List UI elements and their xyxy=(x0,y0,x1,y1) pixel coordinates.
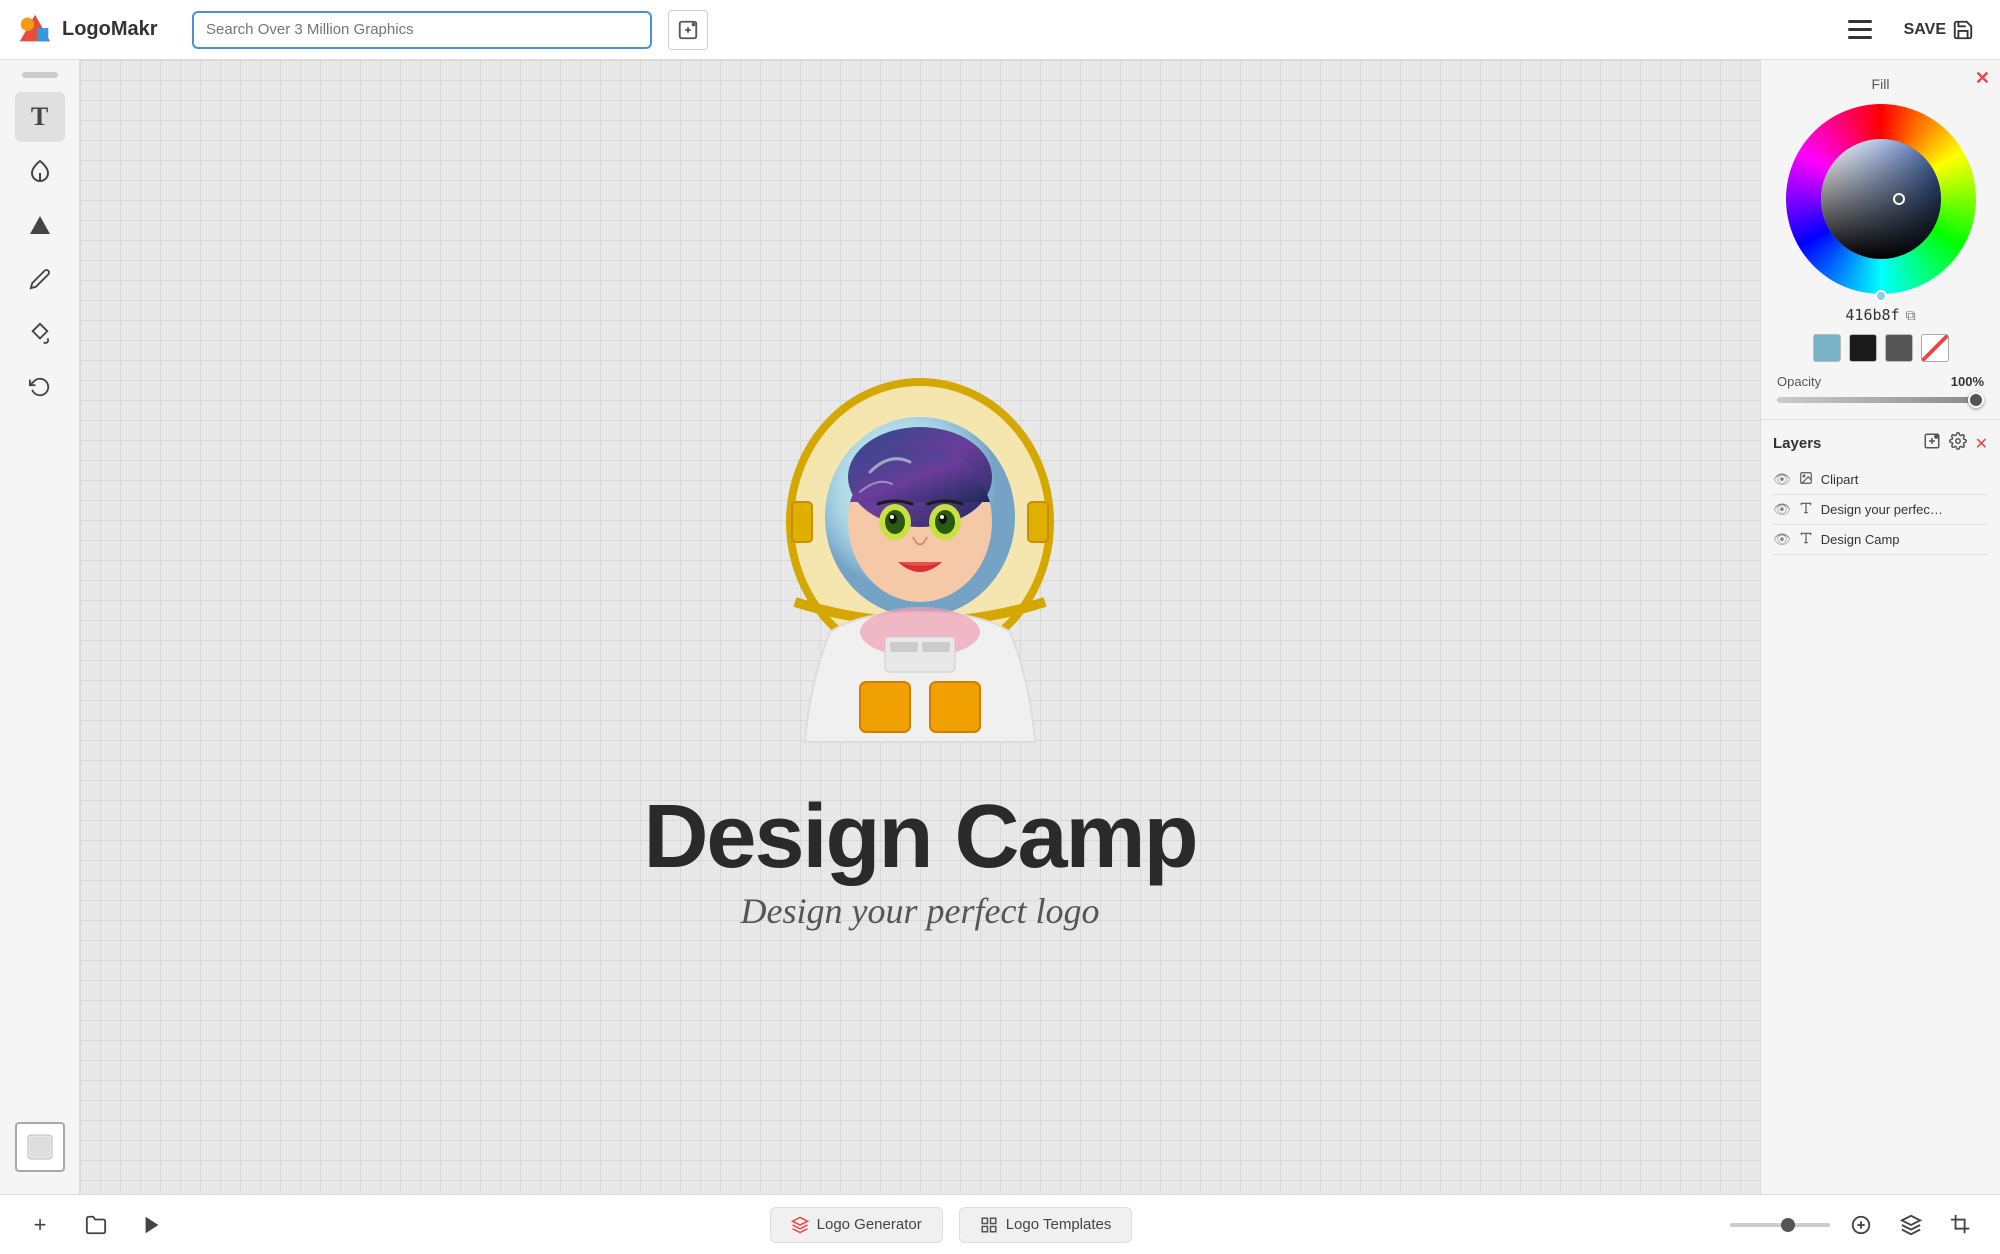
swatch-blue[interactable] xyxy=(1813,334,1841,362)
layer-thumbnail[interactable] xyxy=(15,1122,65,1172)
layers-panel: Layers + ✕ xyxy=(1761,420,2000,1194)
bottom-toolbar: + Logo Generator Logo Templat xyxy=(0,1194,2000,1254)
swatch-diagonal[interactable] xyxy=(1921,334,1949,362)
color-swatches xyxy=(1777,334,1984,362)
color-picker-dot[interactable] xyxy=(1893,193,1905,205)
logo-templates-tab[interactable]: Logo Templates xyxy=(959,1207,1133,1243)
search-input[interactable] xyxy=(206,21,638,38)
left-toolbar: T xyxy=(0,60,80,1194)
copy-hex-button[interactable]: ⧉ xyxy=(1906,307,1916,324)
logo-area: LogoMakr xyxy=(16,11,176,49)
color-panel-close-button[interactable]: ✕ xyxy=(1975,68,1990,89)
fill-label: Fill xyxy=(1777,76,1984,92)
add-element-button[interactable]: + xyxy=(20,1205,60,1245)
canvas-title[interactable]: Design Camp xyxy=(643,792,1196,882)
layer-visibility-icon-subtitle[interactable]: 👁 xyxy=(1773,501,1791,518)
crop-button[interactable] xyxy=(1942,1206,1980,1244)
right-panel: ✕ Fill 416b8f ⧉ O xyxy=(1760,60,2000,1194)
opacity-value: 100% xyxy=(1951,374,1984,389)
svg-text:+: + xyxy=(1934,435,1936,439)
layers-settings-button[interactable] xyxy=(1949,432,1967,455)
canvas-subtitle[interactable]: Design your perfect logo xyxy=(741,890,1100,932)
logo-text: LogoMakr xyxy=(62,18,158,41)
bottom-right xyxy=(1730,1206,1980,1244)
color-wheel[interactable] xyxy=(1786,104,1976,294)
fill-tool-button[interactable] xyxy=(15,308,65,358)
opacity-slider-container[interactable] xyxy=(1777,397,1984,403)
layer-visibility-icon-clipart[interactable]: 👁 xyxy=(1773,471,1791,488)
layer-name-clipart: Clipart xyxy=(1821,472,1988,487)
zoom-track[interactable] xyxy=(1730,1223,1830,1227)
logo-generator-label: Logo Generator xyxy=(817,1216,922,1233)
opacity-thumb[interactable] xyxy=(1968,392,1984,408)
layer-item-subtitle[interactable]: 👁 Design your perfec… xyxy=(1773,495,1988,525)
delete-layer-button[interactable]: ✕ xyxy=(1975,434,1988,454)
toolbar-drag-handle[interactable] xyxy=(22,72,58,78)
pencil-tool-button[interactable] xyxy=(15,254,65,304)
color-panel: ✕ Fill 416b8f ⧉ O xyxy=(1761,60,2000,420)
swatch-gray[interactable] xyxy=(1885,334,1913,362)
logo-icon xyxy=(16,11,54,49)
save-icon xyxy=(1952,19,1974,41)
templates-icon xyxy=(980,1216,998,1234)
opacity-label: Opacity xyxy=(1777,374,1951,389)
layer-type-icon-subtitle xyxy=(1799,501,1813,518)
astronaut-image[interactable] xyxy=(730,322,1110,782)
hex-value[interactable]: 416b8f xyxy=(1845,306,1899,324)
swatch-black[interactable] xyxy=(1849,334,1877,362)
canvas-content: Design Camp Design your perfect logo xyxy=(643,322,1196,932)
ai-icon xyxy=(791,1216,809,1234)
play-button[interactable] xyxy=(132,1205,172,1245)
expand-button[interactable] xyxy=(1842,1206,1880,1244)
layer-type-icon-title xyxy=(1799,531,1813,548)
layers-header: Layers + ✕ xyxy=(1773,432,1988,455)
open-folder-button[interactable] xyxy=(76,1205,116,1245)
triangle-tool-button[interactable] xyxy=(15,200,65,250)
logo-templates-label: Logo Templates xyxy=(1006,1216,1112,1233)
layers-title: Layers xyxy=(1773,435,1915,452)
layer-type-icon-clipart xyxy=(1799,471,1813,488)
history-tool-button[interactable] xyxy=(15,362,65,412)
text-tool-button[interactable]: T xyxy=(15,92,65,142)
wheel-indicator-dot[interactable] xyxy=(1875,290,1887,302)
layers-button[interactable] xyxy=(1892,1206,1930,1244)
color-picker-gradient[interactable] xyxy=(1821,139,1941,259)
bottom-center: Logo Generator Logo Templates xyxy=(188,1207,1714,1243)
layer-item-title[interactable]: 👁 Design Camp xyxy=(1773,525,1988,555)
color-hex-row: 416b8f ⧉ xyxy=(1777,306,1984,324)
main-area: T xyxy=(0,60,2000,1194)
zoom-thumb[interactable] xyxy=(1781,1218,1795,1232)
color-wheel-container[interactable] xyxy=(1777,104,1984,294)
header: LogoMakr SAVE xyxy=(0,0,2000,60)
canvas-area[interactable]: Design Camp Design your perfect logo xyxy=(80,60,1760,1194)
hamburger-button[interactable] xyxy=(1842,12,1878,48)
save-button[interactable]: SAVE xyxy=(1894,13,1984,47)
opacity-row: Opacity 100% xyxy=(1777,374,1984,389)
logo-generator-tab[interactable]: Logo Generator xyxy=(770,1207,943,1243)
zoom-slider[interactable] xyxy=(1730,1223,1830,1227)
upload-button[interactable] xyxy=(668,10,708,50)
search-box[interactable] xyxy=(192,11,652,49)
layer-name-title: Design Camp xyxy=(1821,532,1988,547)
layer-item-clipart[interactable]: 👁 Clipart xyxy=(1773,465,1988,495)
opacity-slider[interactable] xyxy=(1777,397,1984,403)
layer-visibility-icon-title[interactable]: 👁 xyxy=(1773,531,1791,548)
power-tool-button[interactable] xyxy=(15,146,65,196)
add-layer-button[interactable]: + xyxy=(1923,432,1941,455)
layer-name-subtitle: Design your perfec… xyxy=(1821,502,1988,517)
